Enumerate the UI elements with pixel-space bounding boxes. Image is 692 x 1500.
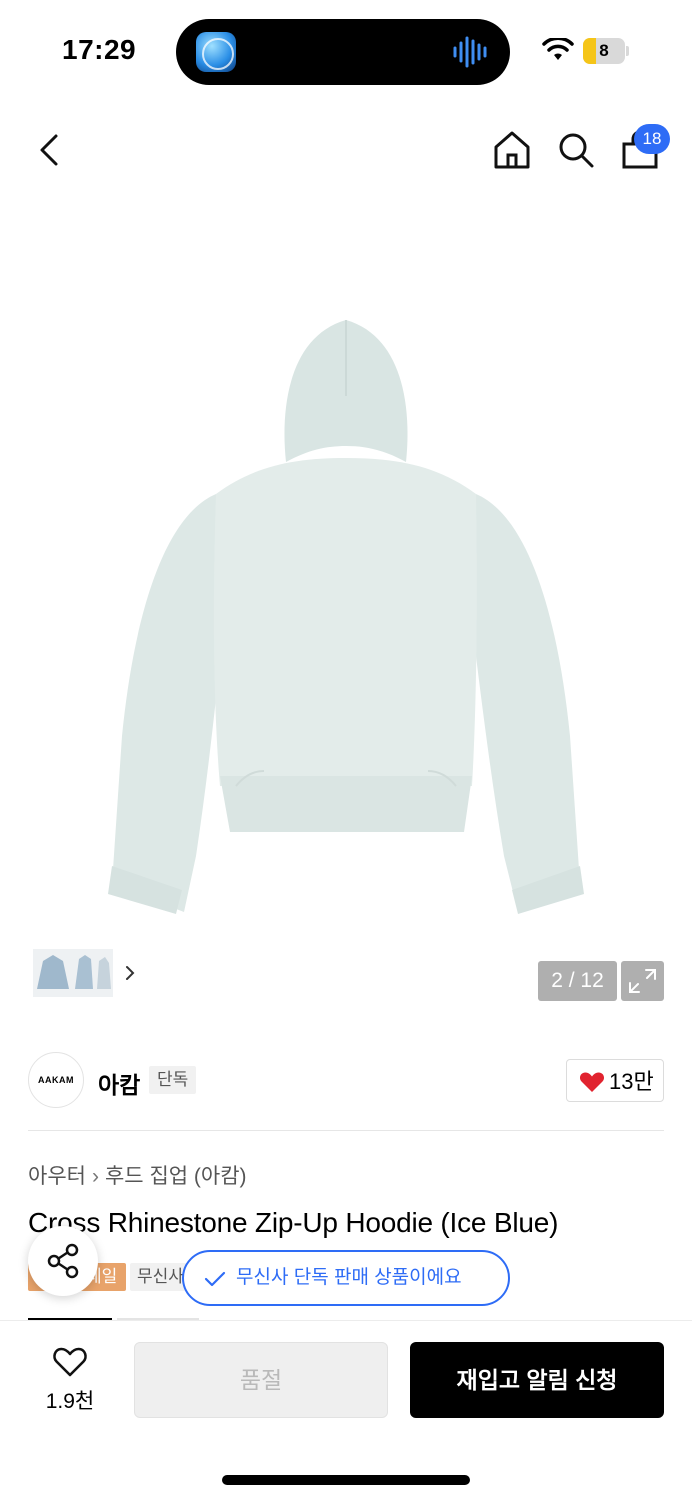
search-icon[interactable]	[556, 130, 596, 170]
chevron-right-icon: ›	[91, 1165, 99, 1188]
product-image[interactable]	[104, 316, 588, 916]
share-icon	[47, 1243, 79, 1279]
heart-outline-icon[interactable]	[52, 1346, 88, 1378]
audio-wave-icon	[453, 36, 487, 68]
breadcrumb-category[interactable]: 아우터	[28, 1165, 86, 1188]
gallery-page-counter: 2 / 12	[538, 961, 617, 1001]
brand-like-button[interactable]: 13만	[566, 1059, 664, 1102]
wish-count: 1.9천	[45, 1390, 95, 1413]
expand-icon	[629, 969, 656, 993]
home-indicator[interactable]	[222, 1475, 470, 1485]
brand-like-count: 13만	[609, 1069, 654, 1094]
heart-filled-icon	[579, 1072, 605, 1092]
chevron-right-icon[interactable]	[122, 962, 138, 984]
brand-name[interactable]: 아캄	[98, 1066, 140, 1100]
restock-alert-button[interactable]: 재입고 알림 신청	[410, 1342, 664, 1418]
thumbnail-image	[33, 949, 113, 997]
status-time: 17:29	[62, 34, 137, 65]
wifi-icon	[542, 38, 574, 60]
battery-cap	[626, 46, 629, 56]
exclusive-sale-toast: 무신사 단독 판매 상품이에요	[182, 1250, 510, 1306]
cart-count-badge: 18	[634, 124, 670, 154]
breadcrumb-subcategory[interactable]: 후드 집업 (아캄)	[105, 1165, 247, 1188]
share-button[interactable]	[28, 1226, 98, 1296]
status-bar: 17:29 8	[0, 0, 692, 100]
battery-indicator: 8	[583, 38, 625, 64]
home-icon[interactable]	[492, 129, 532, 171]
product-title: Cross Rhinestone Zip-Up Hoodie (Ice Blue…	[28, 1207, 559, 1238]
toast-text: 무신사 단독 판매 상품이에요	[236, 1267, 462, 1288]
divider	[28, 1130, 664, 1131]
chevron-left-icon[interactable]	[30, 130, 70, 170]
musinsa-tag: 무신사	[130, 1263, 190, 1291]
exclusive-tag: 단독	[149, 1066, 197, 1094]
expand-button[interactable]	[621, 961, 664, 1001]
app-activity-icon	[196, 32, 236, 72]
battery-level: 8	[599, 41, 609, 60]
brand-logo[interactable]: AAKAM	[28, 1052, 84, 1108]
dynamic-island	[176, 19, 510, 85]
check-icon	[204, 1271, 226, 1287]
breadcrumb: 아우터 › 후드 집업 (아캄)	[28, 1160, 247, 1190]
soldout-button: 품절	[134, 1342, 388, 1418]
